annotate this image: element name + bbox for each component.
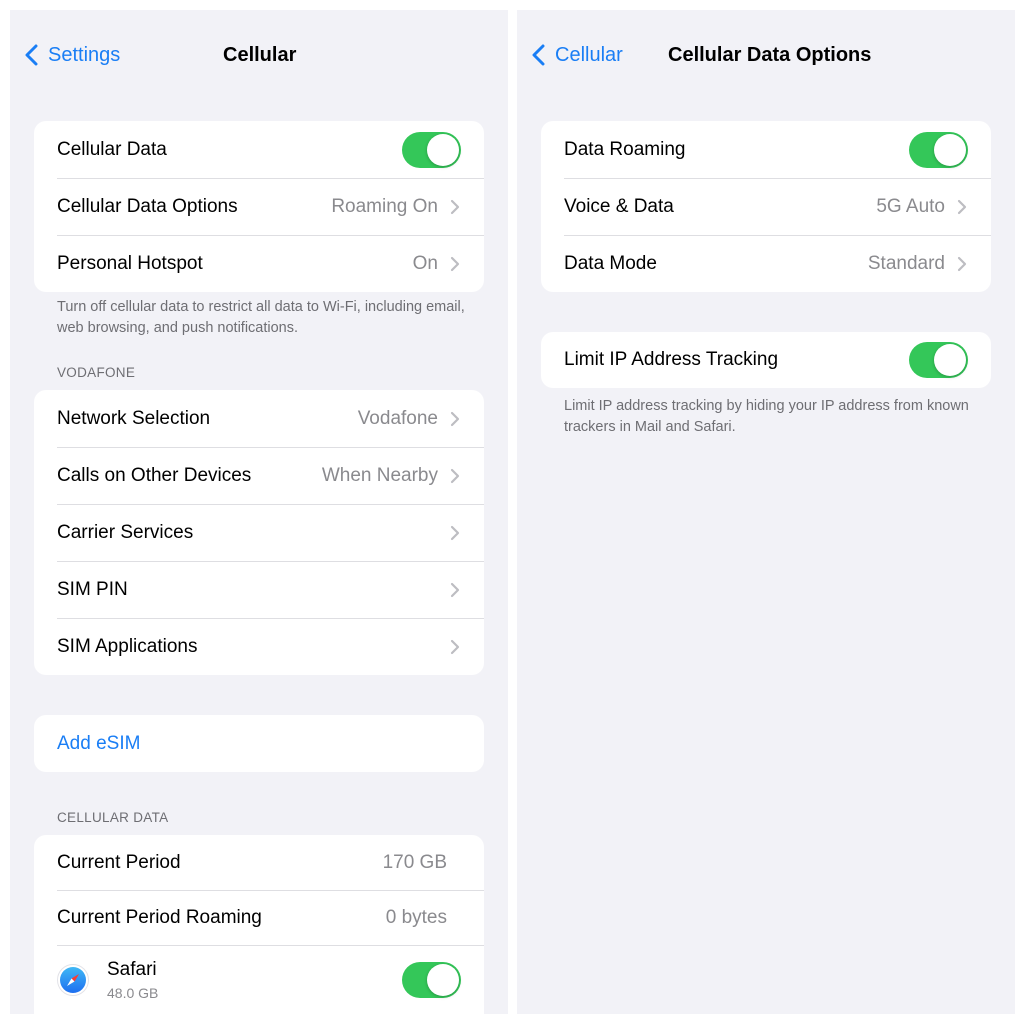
row-label: Calls on Other Devices xyxy=(57,464,252,486)
row-label: Carrier Services xyxy=(57,521,194,543)
section-header-cellular-data: CELLULAR DATA xyxy=(57,810,169,825)
row-label: Limit IP Address Tracking xyxy=(564,349,779,370)
chevron-right-icon xyxy=(450,525,460,540)
limit-ip-tracking-toggle[interactable] xyxy=(909,342,968,378)
row-cellular-data: Cellular Data xyxy=(34,121,484,178)
row-label: Cellular Data Options xyxy=(57,195,238,217)
row-sim-pin[interactable]: SIM PIN xyxy=(34,561,484,618)
back-button-settings[interactable]: Settings xyxy=(24,40,120,70)
row-sim-applications[interactable]: SIM Applications xyxy=(34,618,484,675)
row-value: 5G Auto xyxy=(876,195,945,217)
app-info: Safari 48.0 GB xyxy=(107,959,402,1001)
row-app-safari: Safari 48.0 GB xyxy=(34,945,484,1014)
row-cellular-data-options[interactable]: Cellular Data Options Roaming On xyxy=(34,178,484,235)
row-value: On xyxy=(412,252,438,274)
ip-tracking-footer: Limit IP address tracking by hiding your… xyxy=(564,398,969,435)
row-data-roaming: Data Roaming xyxy=(541,121,991,178)
safari-compass-icon xyxy=(57,964,89,996)
safari-cellular-toggle[interactable] xyxy=(402,962,461,998)
cellular-data-footer: Turn off cellular data to restrict all d… xyxy=(57,299,465,336)
toggle-knob xyxy=(934,344,966,376)
back-button-cellular[interactable]: Cellular xyxy=(531,40,623,70)
cellular-data-options-screen: Cellular Cellular Data Options Data Roam… xyxy=(517,10,1015,1014)
nav-bar: Cellular Cellular Data Options xyxy=(517,10,1015,98)
row-label: Cellular Data xyxy=(57,138,167,160)
row-value: When Nearby xyxy=(321,464,438,486)
app-data-size: 48.0 GB xyxy=(107,985,159,1001)
cellular-data-toggle[interactable] xyxy=(402,131,461,168)
chevron-right-icon xyxy=(450,256,460,271)
row-limit-ip-tracking: Limit IP Address Tracking xyxy=(541,332,991,388)
row-label: SIM Applications xyxy=(57,635,198,657)
page-title: Cellular xyxy=(223,44,297,66)
row-calls-on-other-devices[interactable]: Calls on Other Devices When Nearby xyxy=(34,447,484,504)
add-esim-label: Add eSIM xyxy=(57,732,141,754)
carrier-group: Network Selection Vodafone Calls on Othe… xyxy=(34,390,484,675)
row-carrier-services[interactable]: Carrier Services xyxy=(34,504,484,561)
row-value: 170 GB xyxy=(382,851,447,873)
toggle-knob xyxy=(427,964,459,996)
row-voice-and-data[interactable]: Voice & Data 5G Auto xyxy=(541,178,991,235)
add-esim-group: Add eSIM xyxy=(34,715,484,772)
cellular-settings-group: Cellular Data Cellular Data Options Roam… xyxy=(34,121,484,292)
toggle-knob xyxy=(934,133,966,166)
nav-bar: Settings Cellular xyxy=(10,10,508,98)
row-label: Current Period xyxy=(57,851,181,873)
row-value: Vodafone xyxy=(357,407,438,429)
row-label: Data Roaming xyxy=(564,138,686,160)
row-personal-hotspot[interactable]: Personal Hotspot On xyxy=(34,235,484,292)
row-value: Roaming On xyxy=(331,195,438,217)
row-label: Network Selection xyxy=(57,407,211,429)
row-value: Standard xyxy=(867,252,945,274)
chevron-left-icon xyxy=(532,44,545,66)
row-value: 0 bytes xyxy=(385,906,447,928)
page-title: Cellular Data Options xyxy=(668,44,872,66)
cellular-screen: Settings Cellular Cellular Data Cellular… xyxy=(10,10,508,1014)
row-data-mode[interactable]: Data Mode Standard xyxy=(541,235,991,292)
chevron-right-icon xyxy=(450,582,460,597)
cellular-data-usage-group: Current Period 170 GB Current Period Roa… xyxy=(34,835,484,1014)
add-esim-button[interactable]: Add eSIM xyxy=(34,715,484,772)
row-network-selection[interactable]: Network Selection Vodafone xyxy=(34,390,484,447)
row-label: SIM PIN xyxy=(57,578,128,600)
back-label: Cellular xyxy=(555,43,623,66)
data-options-group: Data Roaming Voice & Data 5G Auto Data M… xyxy=(541,121,991,292)
toggle-knob xyxy=(427,133,459,166)
row-label: Personal Hotspot xyxy=(57,252,203,274)
chevron-right-icon xyxy=(450,199,460,214)
chevron-left-icon xyxy=(25,44,38,66)
ip-tracking-group: Limit IP Address Tracking xyxy=(541,332,991,388)
app-name: Safari xyxy=(107,959,157,980)
row-current-period: Current Period 170 GB xyxy=(34,835,484,890)
row-label: Data Mode xyxy=(564,252,657,274)
row-label: Current Period Roaming xyxy=(57,906,262,928)
row-label: Voice & Data xyxy=(564,195,674,217)
row-current-period-roaming: Current Period Roaming 0 bytes xyxy=(34,890,484,945)
chevron-right-icon xyxy=(957,199,967,214)
chevron-right-icon xyxy=(450,639,460,654)
chevron-right-icon xyxy=(957,256,967,271)
chevron-right-icon xyxy=(450,468,460,483)
back-label: Settings xyxy=(48,43,121,66)
chevron-right-icon xyxy=(450,411,460,426)
section-header-carrier: VODAFONE xyxy=(57,365,136,380)
data-roaming-toggle[interactable] xyxy=(909,131,968,168)
